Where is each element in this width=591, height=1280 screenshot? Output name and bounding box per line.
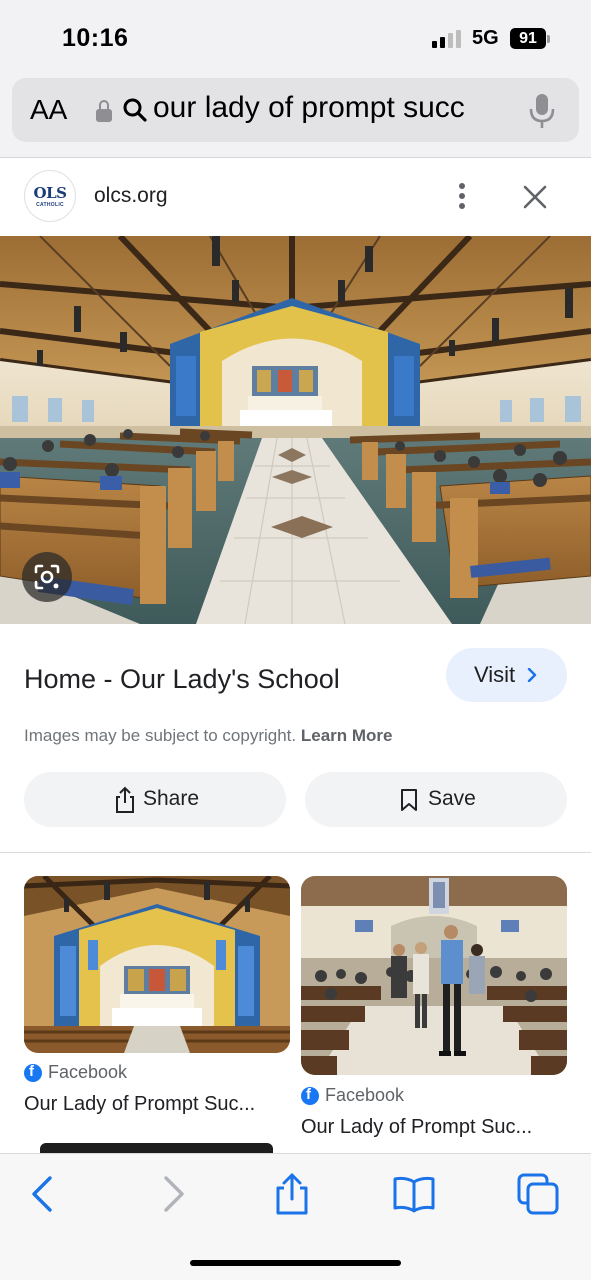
share-icon [116, 786, 134, 813]
battery-tip [547, 35, 550, 43]
visit-button[interactable]: Visit [446, 648, 567, 702]
back-icon[interactable] [22, 1172, 66, 1216]
visit-label: Visit [474, 662, 516, 687]
microphone-icon[interactable] [528, 92, 556, 130]
related-title[interactable]: Our Lady of Prompt Suc... [24, 1093, 255, 1116]
facebook-icon [24, 1063, 42, 1082]
reader-mode-button[interactable]: AA [30, 94, 67, 126]
related-source: Facebook [48, 1062, 128, 1082]
home-indicator[interactable] [190, 1260, 401, 1266]
save-label: Save [428, 787, 476, 810]
related-source: Facebook [325, 1085, 405, 1105]
site-domain[interactable]: olcs.org [94, 184, 168, 208]
facebook-icon [301, 1086, 319, 1105]
status-time: 10:16 [62, 24, 129, 52]
signal-icon [432, 30, 464, 48]
share-label: Share [143, 787, 200, 810]
save-button[interactable]: Save [305, 772, 567, 827]
google-lens-icon[interactable] [22, 552, 72, 602]
close-icon[interactable] [520, 182, 550, 212]
search-query[interactable]: our lady of prompt succ [153, 91, 511, 125]
book-icon[interactable] [392, 1172, 436, 1216]
site-logo: OLS CATHOLIC [24, 170, 76, 222]
related-thumbnail[interactable] [24, 876, 290, 1053]
network-type: 5G [472, 27, 499, 49]
result-title[interactable]: Home - Our Lady's School [24, 664, 340, 695]
share-button[interactable]: Share [24, 772, 286, 827]
bookmark-icon [401, 789, 417, 811]
share-icon[interactable] [270, 1172, 314, 1216]
altar-image [24, 876, 290, 1053]
learn-more-link[interactable]: Learn More [301, 726, 393, 745]
battery-icon: 91 [510, 28, 546, 49]
more-vert-icon[interactable] [450, 182, 474, 210]
forward-icon[interactable] [150, 1172, 194, 1216]
hero-image[interactable] [0, 236, 591, 624]
url-bar-area: AA our lady of prompt succ [0, 76, 591, 157]
status-bar: 10:16 5G 91 [0, 0, 591, 76]
site-header: OLS CATHOLIC olcs.org [0, 158, 591, 236]
copyright-notice: Images may be subject to copyright. Lear… [24, 726, 393, 745]
tabs-icon[interactable] [516, 1172, 560, 1216]
related-thumbnail[interactable] [301, 876, 567, 1075]
lock-icon [96, 100, 112, 122]
chevron-right-icon [527, 668, 537, 682]
search-icon [123, 98, 147, 122]
church-gathering-image [301, 876, 567, 1075]
related-title[interactable]: Our Lady of Prompt Suc... [301, 1116, 532, 1139]
church-interior-image [0, 236, 591, 624]
url-bar[interactable]: AA our lady of prompt succ [12, 78, 579, 142]
divider [0, 852, 591, 853]
